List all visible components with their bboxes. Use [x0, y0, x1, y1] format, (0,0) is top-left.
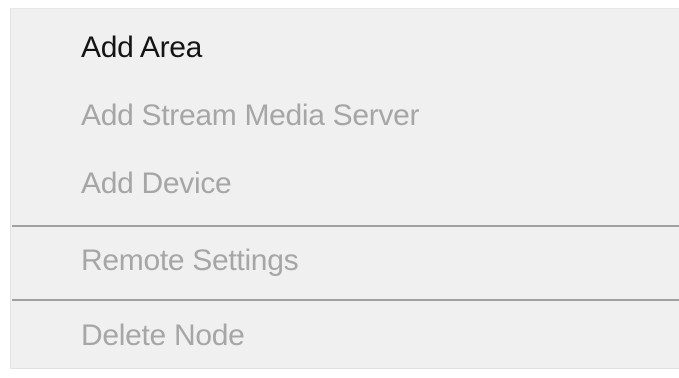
menu-item-delete-node[interactable]: Delete Node — [81, 306, 245, 366]
menu-item-remote-settings[interactable]: Remote Settings — [81, 231, 299, 291]
menu-item-add-stream-media-server[interactable]: Add Stream Media Server — [81, 86, 420, 146]
menu-separator — [12, 299, 679, 301]
menu-separator — [12, 225, 679, 227]
context-menu: Add Area Add Stream Media Server Add Dev… — [10, 8, 679, 369]
menu-item-add-device[interactable]: Add Device — [81, 154, 232, 214]
menu-item-add-area[interactable]: Add Area — [81, 18, 202, 78]
